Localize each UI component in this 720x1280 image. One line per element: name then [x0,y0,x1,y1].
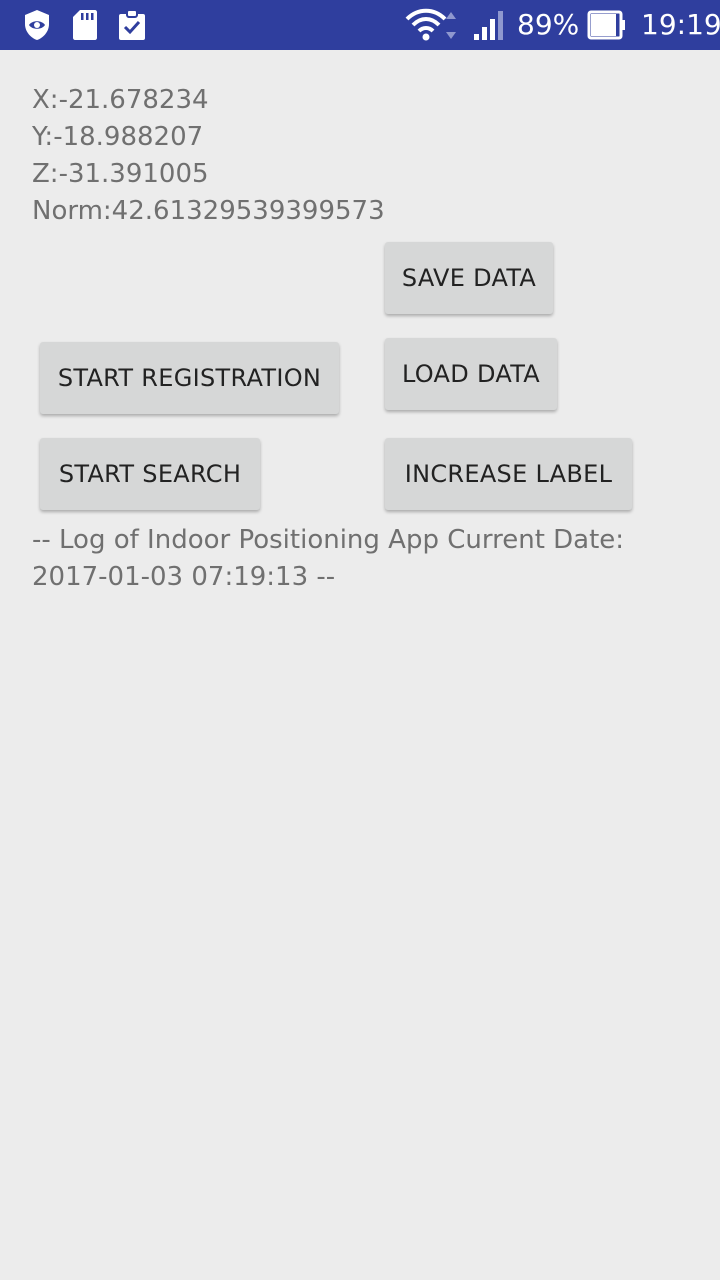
y-value: Y:-18.988207 [32,122,204,152]
start-search-button[interactable]: START SEARCH [40,438,260,510]
battery-icon [587,8,627,42]
save-data-button[interactable]: SAVE DATA [385,242,553,314]
sd-card-icon [72,8,98,42]
battery-percent: 89% [517,8,580,41]
load-data-button[interactable]: LOAD DATA [385,338,557,410]
clipboard-check-icon [117,8,147,42]
shield-eye-icon [22,8,52,42]
increase-label-button[interactable]: INCREASE LABEL [385,438,632,510]
signal-icon [472,8,508,42]
status-bar: 89% 19:19 [0,0,720,50]
start-registration-button[interactable]: START REGISTRATION [40,342,339,414]
z-value: Z:-31.391005 [32,159,209,189]
norm-value: Norm:42.61329539399573 [32,196,385,226]
main-content: X:-21.678234 Y:-18.988207 Z:-31.391005 N… [0,50,720,1280]
clock: 19:19 [641,8,720,41]
wifi-icon [405,8,459,42]
x-value: X:-21.678234 [32,85,209,115]
log-text: -- Log of Indoor Positioning App Current… [32,525,625,592]
